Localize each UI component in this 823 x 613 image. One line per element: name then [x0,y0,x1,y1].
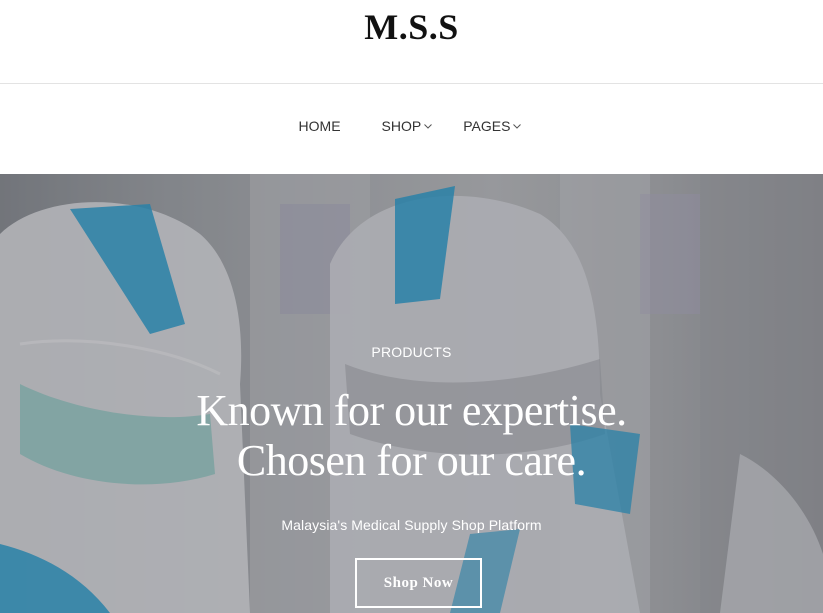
chevron-down-icon [423,121,433,131]
chevron-down-icon [512,121,522,131]
site-logo[interactable]: M.S.S [0,7,823,47]
nav-item-pages-label: PAGES [463,118,511,134]
shop-now-button-label: Shop Now [383,574,454,591]
nav-item-home-label: HOME [298,118,341,134]
shop-now-button[interactable]: Shop Now [355,558,482,608]
hero-headline: Known for our expertise. Chosen for our … [0,386,823,486]
nav-item-shop[interactable]: SHOP [382,118,434,134]
hero-banner: PRODUCTS Known for our expertise. Chosen… [0,174,823,613]
hero-subheading: Malaysia's Medical Supply Shop Platform [281,517,542,533]
hero-content: PRODUCTS Known for our expertise. Chosen… [0,174,823,613]
main-navigation: HOME SHOP PAGES [0,84,823,174]
hero-headline-line1: Known for our expertise. [196,386,627,435]
nav-item-pages[interactable]: PAGES [463,118,522,134]
hero-eyebrow: PRODUCTS [371,344,452,360]
hero-headline-line2: Chosen for our care. [236,436,587,485]
site-header: M.S.S [0,0,823,84]
nav-menu: HOME SHOP PAGES [0,118,823,134]
nav-item-shop-label: SHOP [381,118,422,134]
nav-item-home[interactable]: HOME [299,118,341,134]
